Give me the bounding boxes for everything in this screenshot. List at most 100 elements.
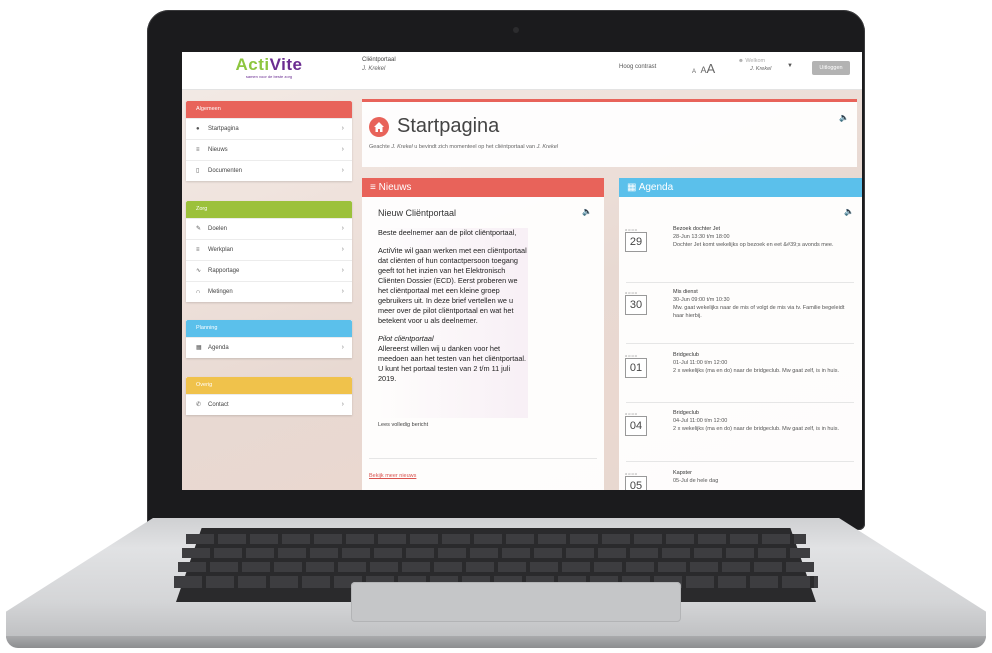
agenda-card: ▦ Agenda 🔈 oooo 29 Bezoek dochter Jet 28-… <box>619 178 862 490</box>
agenda-time: 04-Jul 11:00 t/m 12:00 <box>673 418 728 424</box>
chevron-right-icon: › <box>341 401 344 408</box>
agenda-description: 2 x wekelijks (ma en do) naar de bridgec… <box>673 426 839 432</box>
high-contrast-toggle[interactable]: Hoog contrast <box>619 64 656 70</box>
welcome-label: Welkom <box>745 58 766 64</box>
sidebar-item-label: Rapportage <box>208 268 240 274</box>
agenda-item[interactable]: oooo 30 Mis dienst 30-Jun 09:00 t/m 10:30… <box>619 287 862 345</box>
welcome-menu[interactable]: ☻ Welkom J. Krekel <box>738 57 771 73</box>
news-header-label: Nieuws <box>378 182 412 193</box>
list-icon: ≡ <box>196 147 200 153</box>
agenda-header: ▦ Agenda <box>619 178 862 197</box>
sidebar-item-rapportage[interactable]: ∿ Rapportage › <box>186 260 352 281</box>
chevron-right-icon: › <box>341 125 344 132</box>
agenda-day: 05 <box>625 476 647 490</box>
chevron-right-icon: › <box>341 288 344 295</box>
agenda-day: 01 <box>625 358 647 378</box>
calendar-icon: oooo 05 <box>625 472 647 490</box>
speaker-icon[interactable]: 🔈 <box>844 207 854 216</box>
sidebar-item-metingen[interactable]: ∩ Metingen › <box>186 281 352 302</box>
agenda-time: 01-Jul 11:00 t/m 12:00 <box>673 360 728 366</box>
agenda-title: Bridgeclub <box>673 410 699 416</box>
more-news-link[interactable]: Bekijk meer nieuws <box>369 473 416 479</box>
calendar-icon: oooo 04 <box>625 412 647 436</box>
speaker-icon[interactable]: 🔈 <box>582 207 592 216</box>
news-header: ≡ Nieuws <box>362 178 604 197</box>
divider <box>369 458 597 459</box>
agenda-description: 2 x wekelijks (ma en do) naar de bridgec… <box>673 368 839 374</box>
top-bar: ActiVite samen voor de beste zorg Cliënt… <box>182 52 862 90</box>
portal-label: Cliëntportaal <box>362 57 396 63</box>
nav-group-title: Zorg <box>186 201 352 218</box>
calendar-icon: ▦ <box>627 182 637 193</box>
chevron-down-icon[interactable]: ▼ <box>787 63 793 69</box>
news-paragraph: Beste deelnemer aan de pilot cliëntporta… <box>378 228 517 237</box>
sidebar-item-label: Doelen <box>208 226 228 232</box>
list-icon: ≡ <box>196 247 200 253</box>
speaker-icon[interactable]: 🔈 <box>839 113 849 122</box>
agenda-description: Dochter Jet komt wekelijks op bezoek en … <box>673 242 834 248</box>
divider <box>626 402 854 403</box>
subtitle-prefix: Geachte <box>369 144 390 150</box>
page-subtitle: Geachte J. Krekel u bevindt zich momente… <box>369 144 558 150</box>
chevron-right-icon: › <box>341 246 344 253</box>
sidebar-item-werkplan[interactable]: ≡ Werkplan › <box>186 239 352 260</box>
sidebar-item-documenten[interactable]: ▯ Documenten › <box>186 160 352 181</box>
subtitle-middle: u bevindt zich momenteel op het cliëntpo… <box>414 144 536 150</box>
divider <box>626 461 854 462</box>
laptop-base <box>6 518 986 653</box>
logo-text-b: Vite <box>269 55 303 74</box>
portal-info: Cliëntportaal J. Krekel <box>362 56 396 74</box>
nav-group-zorg: Zorg ✎ Doelen › ≡ Werkplan › ∿ Rapportage › ∩ M… <box>186 201 352 302</box>
nav-group-planning: Planning ▦ Agenda › <box>186 320 352 358</box>
agenda-item[interactable]: oooo 05 Kapster 05-Jul de hele dag <box>619 468 862 490</box>
logo-tagline: samen voor de beste zorg <box>245 74 293 79</box>
news-item-title[interactable]: Nieuw Cliëntportaal <box>378 208 456 218</box>
laptop-lip <box>6 636 986 648</box>
agenda-title: Kapster <box>673 470 692 476</box>
key-row <box>182 548 810 558</box>
news-paragraph: Allereerst willen wij u danken voor het … <box>378 344 527 383</box>
calendar-icon: oooo 01 <box>625 354 647 378</box>
nav-group-title: Algemeen <box>186 101 352 118</box>
sidebar-item-startpagina[interactable]: ● Startpagina › <box>186 118 352 139</box>
agenda-title: Bridgeclub <box>673 352 699 358</box>
sidebar-item-nieuws[interactable]: ≡ Nieuws › <box>186 139 352 160</box>
agenda-day: 04 <box>625 416 647 436</box>
logo-text-a: Acti <box>235 55 270 74</box>
phone-icon: ✆ <box>196 402 202 408</box>
agenda-header-label: Agenda <box>638 182 674 193</box>
sidebar-item-agenda[interactable]: ▦ Agenda › <box>186 337 352 358</box>
subtitle-user: J. Krekel <box>391 144 413 150</box>
chart-icon: ∿ <box>196 268 202 274</box>
agenda-item[interactable]: oooo 29 Bezoek dochter Jet 28-Jun 13:30 t… <box>619 224 862 282</box>
start-card: Startpagina Geachte J. Krekel u bevindt … <box>362 99 857 167</box>
subtitle-user: J. Krekel <box>536 144 558 150</box>
logout-button[interactable]: Uitloggen <box>812 61 850 75</box>
sidebar-item-label: Metingen <box>208 289 233 295</box>
font-large-button[interactable]: A <box>706 61 715 76</box>
activite-logo[interactable]: ActiVite samen voor de beste zorg <box>234 56 304 80</box>
agenda-day: 30 <box>625 295 647 315</box>
agenda-title: Mis dienst <box>673 289 698 295</box>
read-more-link[interactable]: Lees volledig bericht <box>378 422 428 428</box>
agenda-time: 28-Jun 13:30 t/m 18:00 <box>673 234 730 240</box>
divider <box>626 282 854 283</box>
nav-group-title: Planning <box>186 320 352 337</box>
chevron-right-icon: › <box>341 267 344 274</box>
chevron-right-icon: › <box>341 167 344 174</box>
agenda-title: Bezoek dochter Jet <box>673 226 721 232</box>
sidebar-item-label: Contact <box>208 402 229 408</box>
agenda-item[interactable]: oooo 04 Bridgeclub 04-Jul 11:00 t/m 12:00… <box>619 408 862 466</box>
font-size-controls: A AA <box>692 60 715 78</box>
font-small-button[interactable]: A <box>692 69 696 75</box>
screen: ActiVite samen voor de beste zorg Cliënt… <box>182 52 862 490</box>
home-icon <box>369 117 389 137</box>
sidebar-item-contact[interactable]: ✆ Contact › <box>186 394 352 415</box>
news-card: ≡ Nieuws Nieuw Cliëntportaal 🔈 Beste dee… <box>362 178 604 490</box>
laptop-frame: ActiVite samen voor de beste zorg Cliënt… <box>0 0 992 653</box>
divider <box>626 343 854 344</box>
sidebar-item-doelen[interactable]: ✎ Doelen › <box>186 218 352 239</box>
sidebar-item-label: Startpagina <box>208 126 239 132</box>
nav-group-overig: Overig ✆ Contact › <box>186 377 352 415</box>
agenda-item[interactable]: oooo 01 Bridgeclub 01-Jul 11:00 t/m 12:00… <box>619 350 862 408</box>
